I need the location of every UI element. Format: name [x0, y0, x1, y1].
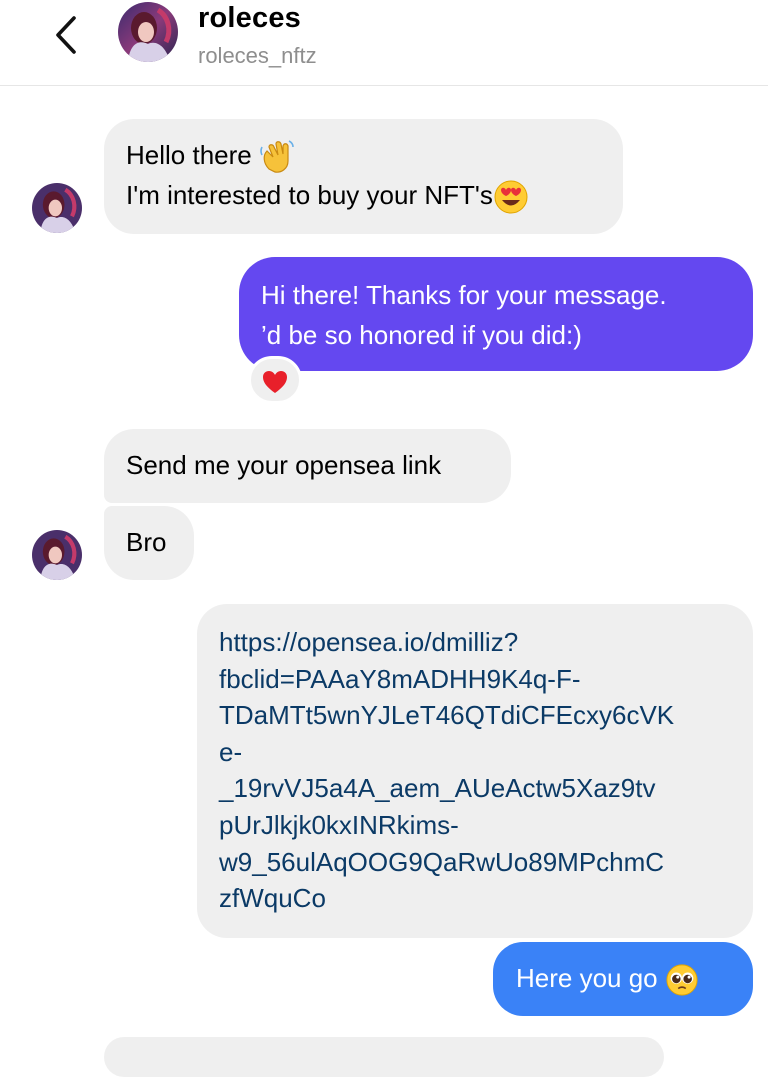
- message-bubble-incoming[interactable]: Send me your opensea link: [104, 429, 511, 503]
- message-reaction[interactable]: [248, 356, 302, 404]
- message-bubble-outgoing[interactable]: Here you go: [493, 942, 753, 1016]
- message-text: Bro: [126, 527, 167, 557]
- chevron-left-icon[interactable]: [50, 14, 84, 56]
- contact-username: roleces_nftz: [198, 43, 317, 68]
- message-text: I'm interested to buy your NFT's: [126, 180, 493, 211]
- heart-eyes-emoji: [494, 180, 528, 214]
- waving-hand-emoji: [260, 140, 294, 173]
- sender-avatar[interactable]: [32, 530, 82, 580]
- message-text: ’d be so honored if you did:): [261, 320, 582, 350]
- message-text: Send me your opensea link: [126, 450, 442, 480]
- message-bubble-outgoing[interactable]: Hi there! Thanks for your message. ’d be…: [239, 257, 753, 371]
- message-text: Here you go: [516, 963, 658, 993]
- message-bubble-incoming-partial[interactable]: [104, 1037, 664, 1077]
- message-text: Hi there! Thanks for your message.: [261, 280, 667, 310]
- red-heart-emoji: [263, 371, 287, 393]
- message-bubble-link[interactable]: https://opensea.io/dmilliz? fbclid=PAAaY…: [197, 604, 753, 938]
- contact-avatar[interactable]: [118, 2, 178, 62]
- pleading-face-emoji: [666, 964, 698, 996]
- message-bubble-incoming[interactable]: Bro: [104, 506, 194, 580]
- message-text: Hello there: [126, 140, 252, 170]
- opensea-link[interactable]: https://opensea.io/dmilliz? fbclid=PAAaY…: [219, 624, 733, 917]
- chat-header: roleces roleces_nftz: [0, 0, 768, 86]
- message-bubble-incoming[interactable]: Hello there I'm interested to buy your N…: [104, 119, 623, 234]
- contact-name[interactable]: roleces: [198, 2, 301, 35]
- back-button[interactable]: [50, 14, 84, 56]
- sender-avatar[interactable]: [32, 183, 82, 233]
